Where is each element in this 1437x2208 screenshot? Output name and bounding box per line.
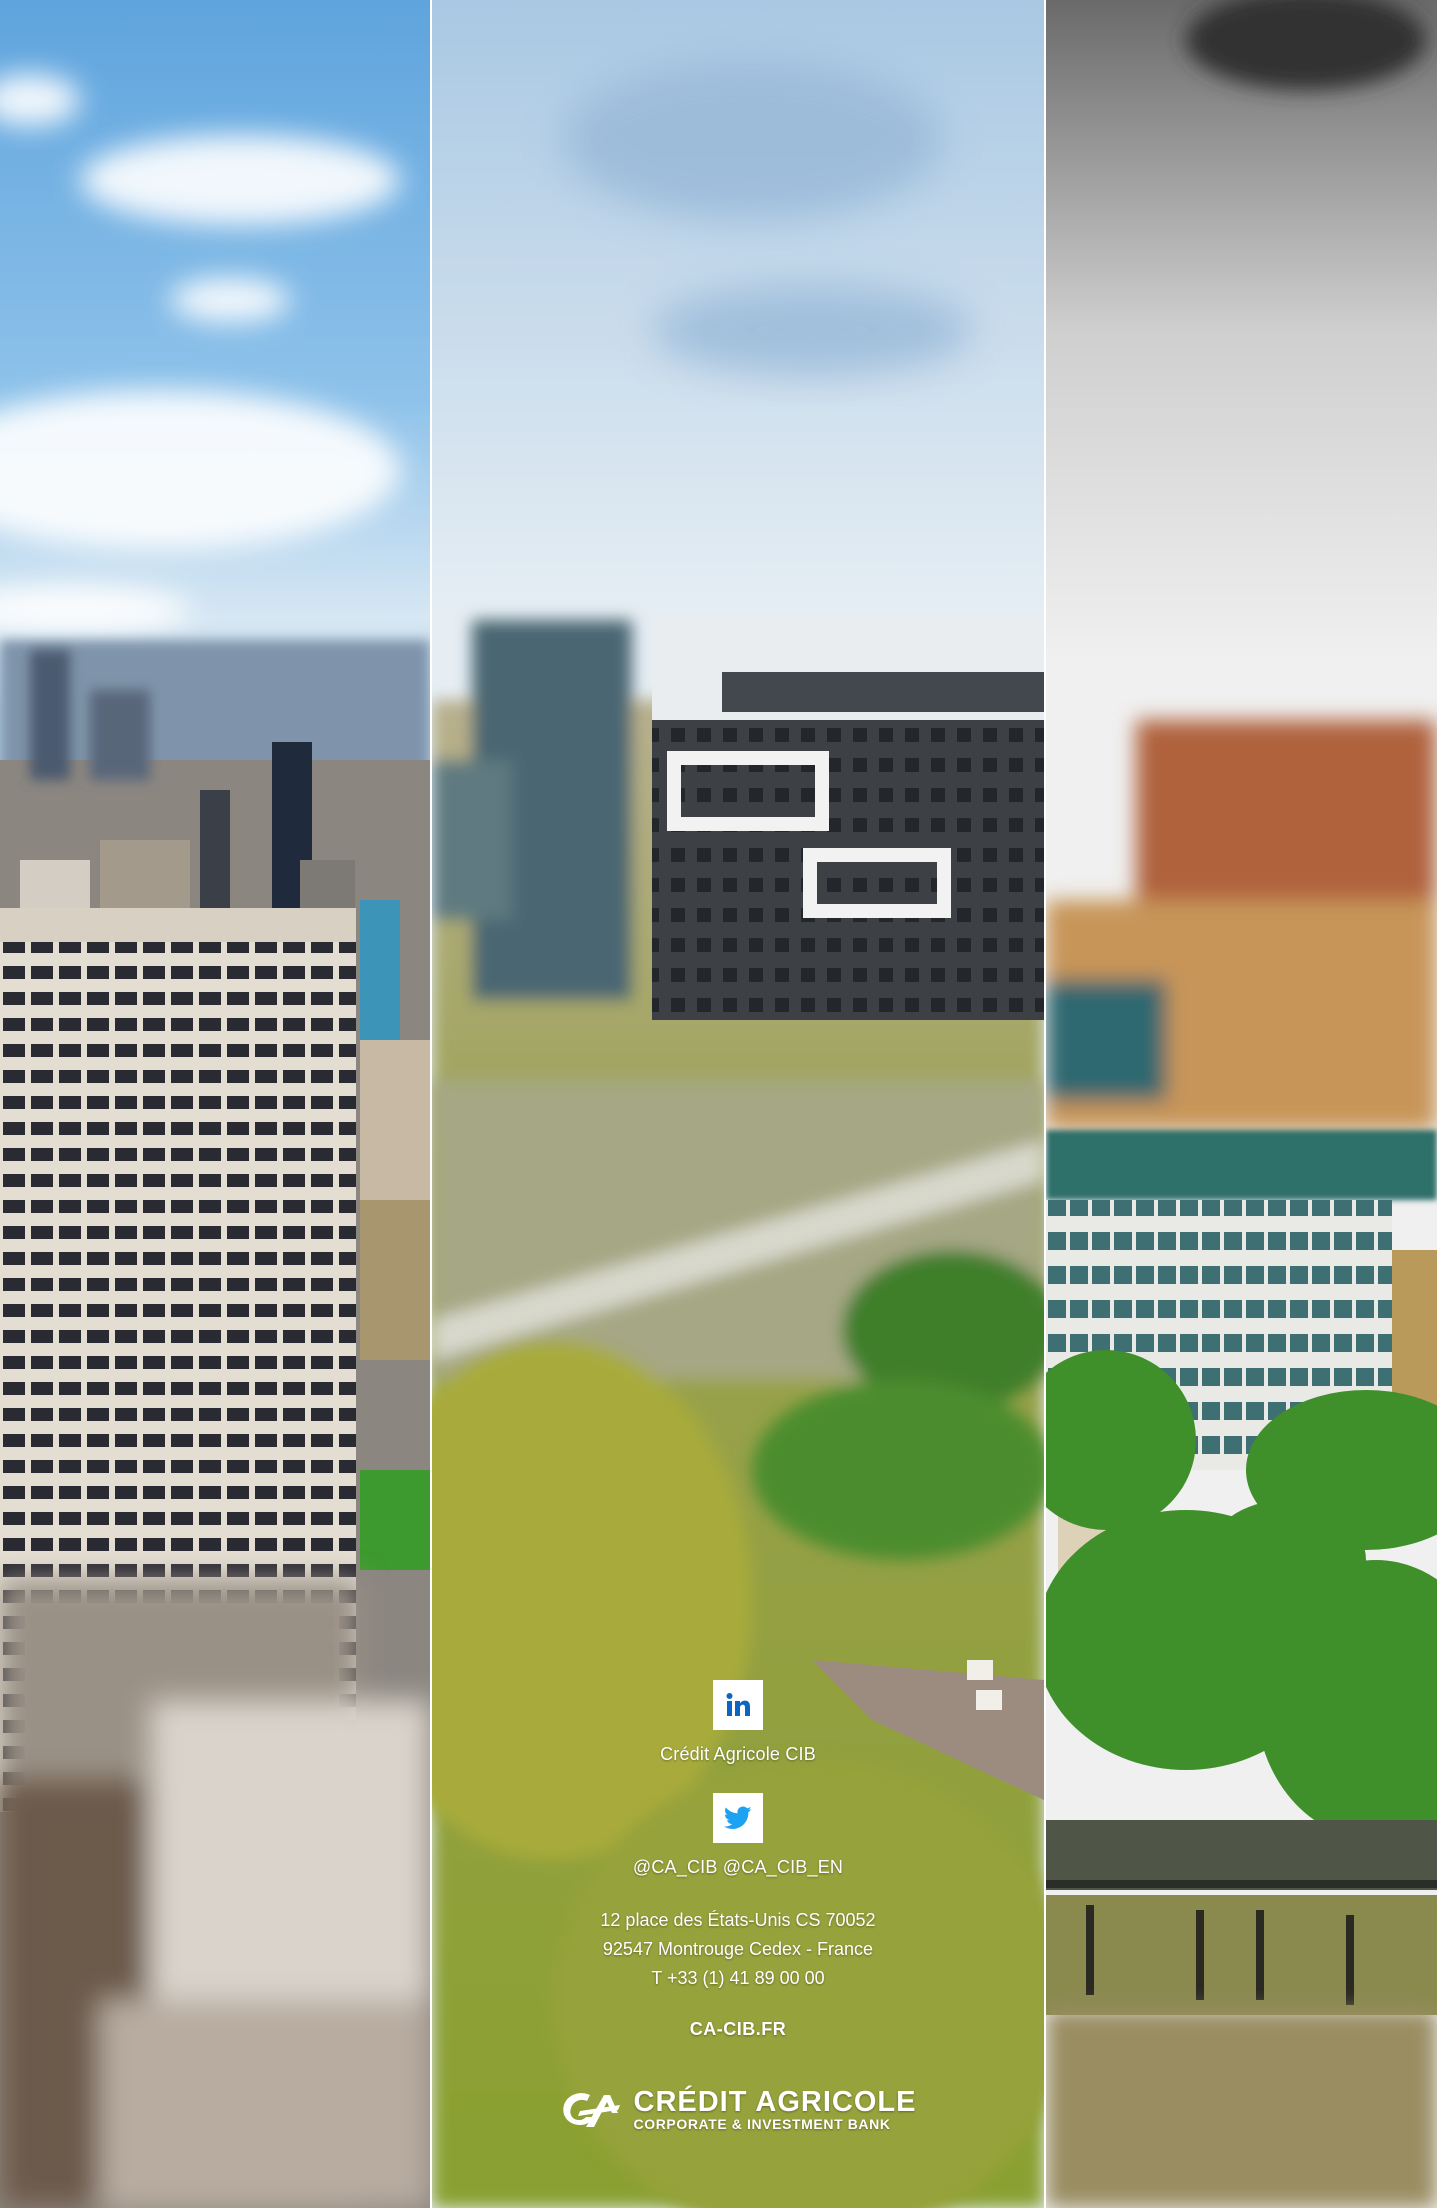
phone-number: T +33 (1) 41 89 00 00	[651, 1968, 825, 1988]
address-line-2: 92547 Montrouge Cedex - France	[602, 1939, 874, 1959]
brand-name: CRÉDIT AGRICOLE	[633, 2086, 917, 2118]
twitter-handles: @CA_CIB @CA_CIB_EN	[632, 1857, 844, 1877]
photo-panel-london	[1046, 0, 1437, 2208]
photo-panel-new-york	[0, 0, 430, 2208]
brand-logo: CRÉDIT AGRICOLE CORPORATE & INVESTMENT B…	[560, 2088, 917, 2133]
postal-address: 12 place des États-Unis CS 70052 92547 M…	[600, 1906, 875, 1993]
brand-tagline: CORPORATE & INVESTMENT BANK	[633, 2116, 891, 2132]
website-link[interactable]: CA-CIB.FR	[690, 2019, 787, 2040]
linkedin-label: Crédit Agricole CIB	[660, 1744, 816, 1764]
address-line-1: 12 place des États-Unis CS 70052	[600, 1910, 876, 1930]
twitter-button[interactable]	[713, 1793, 763, 1843]
linkedin-button[interactable]	[713, 1680, 763, 1730]
twitter-icon	[724, 1806, 752, 1829]
contact-footer: Crédit Agricole CIB @CA_CIB @CA_CIB_EN 1…	[432, 1680, 1044, 2133]
credit-agricole-logo-icon	[562, 2092, 620, 2127]
linkedin-icon	[726, 1693, 750, 1716]
